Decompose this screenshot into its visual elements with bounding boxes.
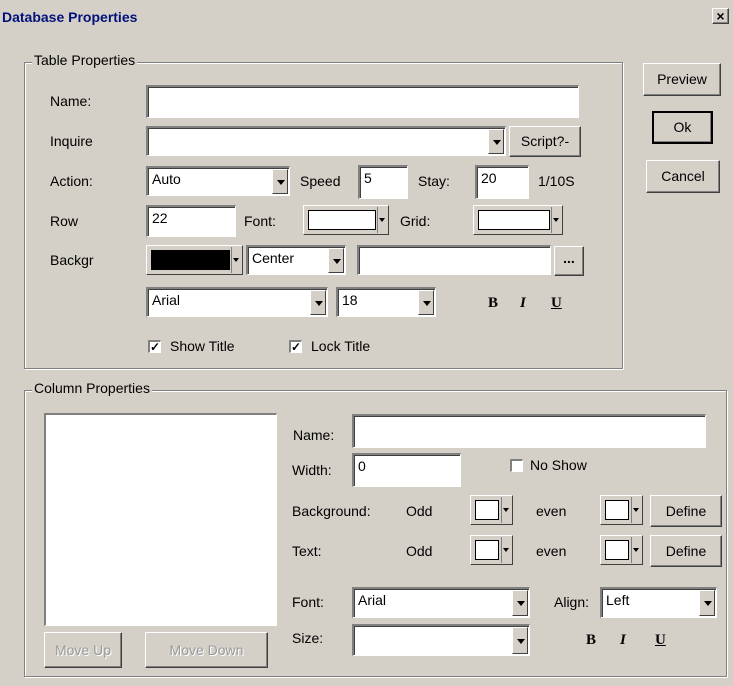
no-show-checkbox[interactable] [510,459,523,472]
column-list[interactable] [44,413,277,626]
column-size-label: Size: [292,630,324,646]
background-color-swatch [151,250,230,270]
table-font-size-value: 18 [342,292,358,308]
table-font-family-combo[interactable]: Arial [146,287,328,317]
close-button[interactable]: × [712,8,729,24]
table-font-label: Font: [244,213,276,229]
move-down-button[interactable]: Move Down [145,632,268,668]
column-italic-button[interactable]: I [620,632,626,649]
column-font-combo[interactable]: Arial [352,587,530,618]
speed-label: Speed [300,173,341,189]
background-label: Background: [292,503,371,519]
text-odd-label: Odd [406,543,433,559]
text-odd-color-swatch [475,540,499,560]
table-properties-legend: Table Properties [32,52,138,68]
align-combo[interactable]: Center [246,245,346,275]
background-even-color-swatch [605,500,629,520]
table-font-family-value: Arial [152,292,181,308]
column-name-label: Name: [293,427,335,443]
italic-button[interactable]: I [520,295,526,312]
no-show-label: No Show [530,457,587,473]
show-title-checkbox[interactable]: ✓ [148,340,161,353]
column-properties-legend: Column Properties [32,380,152,396]
speed-input[interactable]: 5 [358,165,408,199]
column-font-label: Font: [292,594,324,610]
cancel-button[interactable]: Cancel [646,160,720,193]
backgr-label: Backgr [50,252,94,268]
chevron-down-icon[interactable] [631,497,641,523]
lock-title-label: Lock Title [311,338,371,354]
stay-unit-label: 1/10S [538,173,575,189]
action-label: Action: [50,173,93,189]
action-value: Auto [152,171,181,187]
chevron-down-icon[interactable] [631,537,641,563]
chevron-down-icon[interactable] [501,537,511,563]
underline-button[interactable]: U [551,295,562,312]
chevron-down-icon[interactable] [418,290,434,315]
inquire-combo[interactable] [146,126,506,156]
align-value: Center [252,250,295,266]
text-even-label: even [536,543,567,559]
lock-title-checkbox[interactable]: ✓ [289,340,302,353]
background-define-button[interactable]: Define [650,495,722,527]
browse-button[interactable]: ... [554,246,584,276]
stay-input[interactable]: 20 [475,165,529,199]
text-even-color-swatch [605,540,629,560]
text-define-button[interactable]: Define [650,535,722,567]
font-color-picker[interactable] [303,205,389,235]
column-size-combo[interactable] [352,624,530,656]
ok-button[interactable]: Ok [652,111,713,144]
background-odd-label: Odd [406,503,433,519]
background-color-picker[interactable] [146,245,243,275]
background-odd-color-swatch [475,500,499,520]
grid-color-picker[interactable] [473,205,563,235]
column-name-input[interactable] [352,414,706,448]
font-color-swatch [308,210,376,230]
chevron-down-icon[interactable] [512,627,528,654]
row-label: Row [50,213,79,229]
text-odd-color-picker[interactable] [470,535,513,565]
bold-button[interactable]: B [488,295,498,312]
width-input[interactable]: 0 [352,453,461,487]
preview-button[interactable]: Preview [643,63,721,96]
table-name-label: Name: [50,93,92,109]
text-label: Text: [292,543,322,559]
row-input[interactable]: 22 [146,205,236,237]
stay-label: Stay: [418,173,450,189]
chevron-down-icon[interactable] [231,247,241,273]
chevron-down-icon[interactable] [272,169,288,194]
background-odd-color-picker[interactable] [470,495,513,525]
column-font-value: Arial [358,592,387,608]
chevron-down-icon[interactable] [699,590,715,616]
chevron-down-icon[interactable] [310,290,326,315]
move-up-button[interactable]: Move Up [44,632,122,668]
column-align-value: Left [606,592,630,608]
table-font-size-combo[interactable]: 18 [336,287,436,317]
chevron-down-icon[interactable] [501,497,511,523]
background-even-label: even [536,503,567,519]
inquire-label: Inquire [50,133,93,149]
chevron-down-icon[interactable] [512,590,528,616]
grid-label: Grid: [400,213,431,229]
column-align-combo[interactable]: Left [600,587,717,618]
background-image-input[interactable] [357,245,551,275]
window-title: Database Properties [2,9,138,25]
chevron-down-icon[interactable] [488,129,504,154]
show-title-label: Show Title [170,338,235,354]
background-even-color-picker[interactable] [600,495,643,525]
action-combo[interactable]: Auto [146,166,290,196]
grid-color-swatch [478,210,550,230]
column-bold-button[interactable]: B [586,632,596,649]
column-underline-button[interactable]: U [655,632,666,649]
chevron-down-icon[interactable] [551,207,561,233]
chevron-down-icon[interactable] [377,207,387,233]
column-align-label: Align: [554,594,590,610]
width-label: Width: [292,462,332,478]
script-button[interactable]: Script?- [509,126,581,157]
text-even-color-picker[interactable] [600,535,643,565]
chevron-down-icon[interactable] [328,248,344,273]
table-name-input[interactable] [146,85,579,118]
